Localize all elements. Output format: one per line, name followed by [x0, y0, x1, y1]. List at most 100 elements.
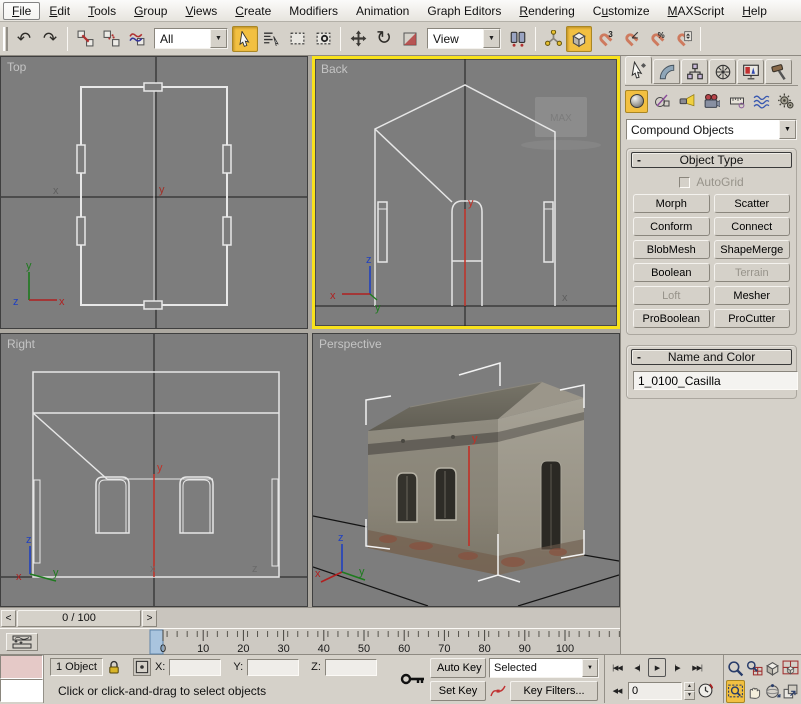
menu-item-rendering[interactable]: Rendering: [510, 2, 583, 20]
select-and-scale-button[interactable]: [397, 26, 423, 52]
boolean-button[interactable]: Boolean: [633, 263, 710, 282]
viewport-back-label[interactable]: Back: [321, 62, 348, 76]
select-object-button[interactable]: [232, 26, 258, 52]
viewport-top-label[interactable]: Top: [7, 60, 26, 74]
toolbar-grip[interactable]: [3, 27, 8, 51]
menu-item-graph-editors[interactable]: Graph Editors: [418, 2, 510, 20]
menu-item-group[interactable]: Group: [125, 2, 176, 20]
track-bar[interactable]: 010 2030 4050 6070 8090 100: [0, 628, 620, 654]
angle-snap-toggle-button[interactable]: [618, 26, 644, 52]
key-filters-button[interactable]: Key Filters...: [510, 681, 598, 701]
go-to-end-button[interactable]: ▶▶|: [688, 658, 706, 677]
spinner-snap-toggle-button[interactable]: [670, 26, 696, 52]
viewport-perspective[interactable]: Perspective: [312, 333, 620, 607]
connect-button[interactable]: Connect: [714, 217, 791, 236]
z-coordinate-field[interactable]: [325, 659, 377, 676]
viewport-right[interactable]: Right: [0, 333, 308, 607]
menu-item-customize[interactable]: Customize: [584, 2, 659, 20]
time-slider-handle[interactable]: 0 / 100: [17, 610, 141, 627]
select-by-name-button[interactable]: [258, 26, 284, 52]
name-color-rollout-header[interactable]: - Name and Color: [631, 349, 792, 365]
tab-display[interactable]: [737, 59, 764, 84]
unlink-selection-button[interactable]: [98, 26, 124, 52]
bind-to-space-warp-button[interactable]: [124, 26, 150, 52]
lights-category-button[interactable]: [675, 90, 698, 113]
conform-button[interactable]: Conform: [633, 217, 710, 236]
zoom-all-button[interactable]: [745, 657, 763, 680]
selection-lock-icon[interactable]: [107, 660, 121, 675]
geometry-category-button[interactable]: [625, 90, 648, 113]
scatter-button[interactable]: Scatter: [714, 194, 791, 213]
set-key-mode[interactable]: [396, 655, 430, 703]
auto-key-button[interactable]: Auto Key: [430, 658, 486, 678]
undo-button[interactable]: ↶: [11, 26, 37, 52]
tab-motion[interactable]: [709, 59, 736, 84]
spinner-down-icon[interactable]: ▼: [684, 691, 695, 700]
x-coordinate-field[interactable]: [169, 659, 221, 676]
previous-key-button[interactable]: ◀◀: [608, 681, 626, 700]
morph-button[interactable]: Morph: [633, 194, 710, 213]
object-category-dropdown[interactable]: Compound Objects ▼: [626, 119, 797, 140]
open-mini-curve-editor-button[interactable]: [6, 633, 38, 651]
select-and-rotate-button[interactable]: ↻: [371, 26, 397, 52]
y-coordinate-field[interactable]: [247, 659, 299, 676]
arc-rotate-button[interactable]: [763, 680, 781, 703]
previous-frame-button[interactable]: ◀|: [628, 658, 646, 677]
autogrid-checkbox[interactable]: [679, 177, 690, 188]
cameras-category-button[interactable]: [700, 90, 723, 113]
redo-button[interactable]: ↷: [37, 26, 63, 52]
frame-spinner[interactable]: ▲ ▼: [684, 682, 695, 700]
current-frame-field[interactable]: [628, 682, 682, 700]
next-frame-arrow[interactable]: >: [142, 610, 157, 627]
select-and-manipulate-button[interactable]: [540, 26, 566, 52]
tab-hierarchy[interactable]: [681, 59, 708, 84]
tab-create[interactable]: [625, 56, 652, 84]
blobmesh-button[interactable]: BlobMesh: [633, 240, 710, 259]
percent-snap-toggle-button[interactable]: %: [644, 26, 670, 52]
spinner-up-icon[interactable]: ▲: [684, 682, 695, 691]
menu-item-modifiers[interactable]: Modifiers: [280, 2, 347, 20]
viewport-right-label[interactable]: Right: [7, 337, 35, 351]
key-tangents-icon[interactable]: [489, 683, 507, 699]
object-name-input[interactable]: [633, 371, 798, 390]
play-button[interactable]: ▶: [648, 658, 666, 677]
time-configuration-icon[interactable]: [697, 682, 714, 699]
menu-item-edit[interactable]: Edit: [40, 2, 79, 20]
zoom-extents-button[interactable]: [763, 657, 781, 680]
maxscript-listener-line[interactable]: [0, 679, 43, 702]
set-key-button[interactable]: Set Key: [430, 681, 486, 701]
maxscript-macro-recorder[interactable]: [0, 655, 43, 679]
viewport-top[interactable]: Top x y: [0, 56, 308, 329]
menu-item-help[interactable]: Help: [733, 2, 776, 20]
menu-item-tools[interactable]: Tools: [79, 2, 125, 20]
select-and-link-button[interactable]: [72, 26, 98, 52]
key-selection-dropdown[interactable]: Selected ▼: [489, 658, 599, 678]
go-to-start-button[interactable]: |◀◀: [608, 658, 626, 677]
select-and-move-button[interactable]: [345, 26, 371, 52]
pan-button[interactable]: [745, 680, 763, 703]
selection-filter-dropdown[interactable]: All ▼: [154, 28, 228, 49]
zoom-button[interactable]: [726, 657, 745, 680]
window-crossing-toggle-button[interactable]: [310, 26, 336, 52]
menu-item-maxscript[interactable]: MAXScript: [659, 2, 734, 20]
procutter-button[interactable]: ProCutter: [714, 309, 791, 328]
snaps-toggle-button[interactable]: [566, 26, 592, 52]
viewport-back[interactable]: Back MAX: [312, 56, 620, 329]
shapemerge-button[interactable]: ShapeMerge: [714, 240, 791, 259]
shapes-category-button[interactable]: [650, 90, 673, 113]
systems-category-button[interactable]: [775, 90, 798, 113]
viewport-perspective-label[interactable]: Perspective: [319, 337, 382, 351]
rectangular-selection-region-button[interactable]: [284, 26, 310, 52]
reference-coordinate-system-dropdown[interactable]: View ▼: [427, 28, 501, 49]
absolute-offset-toggle[interactable]: [133, 658, 151, 676]
proboolean-button[interactable]: ProBoolean: [633, 309, 710, 328]
space-warps-category-button[interactable]: [750, 90, 773, 113]
min-max-toggle-button[interactable]: [781, 680, 799, 703]
angle-snap-3d-button[interactable]: 3: [592, 26, 618, 52]
menu-item-file[interactable]: File: [3, 2, 40, 20]
menu-item-views[interactable]: Views: [176, 2, 226, 20]
zoom-extents-all-button[interactable]: [781, 657, 799, 680]
object-type-rollout-header[interactable]: - Object Type: [631, 152, 792, 168]
menu-item-create[interactable]: Create: [226, 2, 280, 20]
tab-modify[interactable]: [653, 59, 680, 84]
